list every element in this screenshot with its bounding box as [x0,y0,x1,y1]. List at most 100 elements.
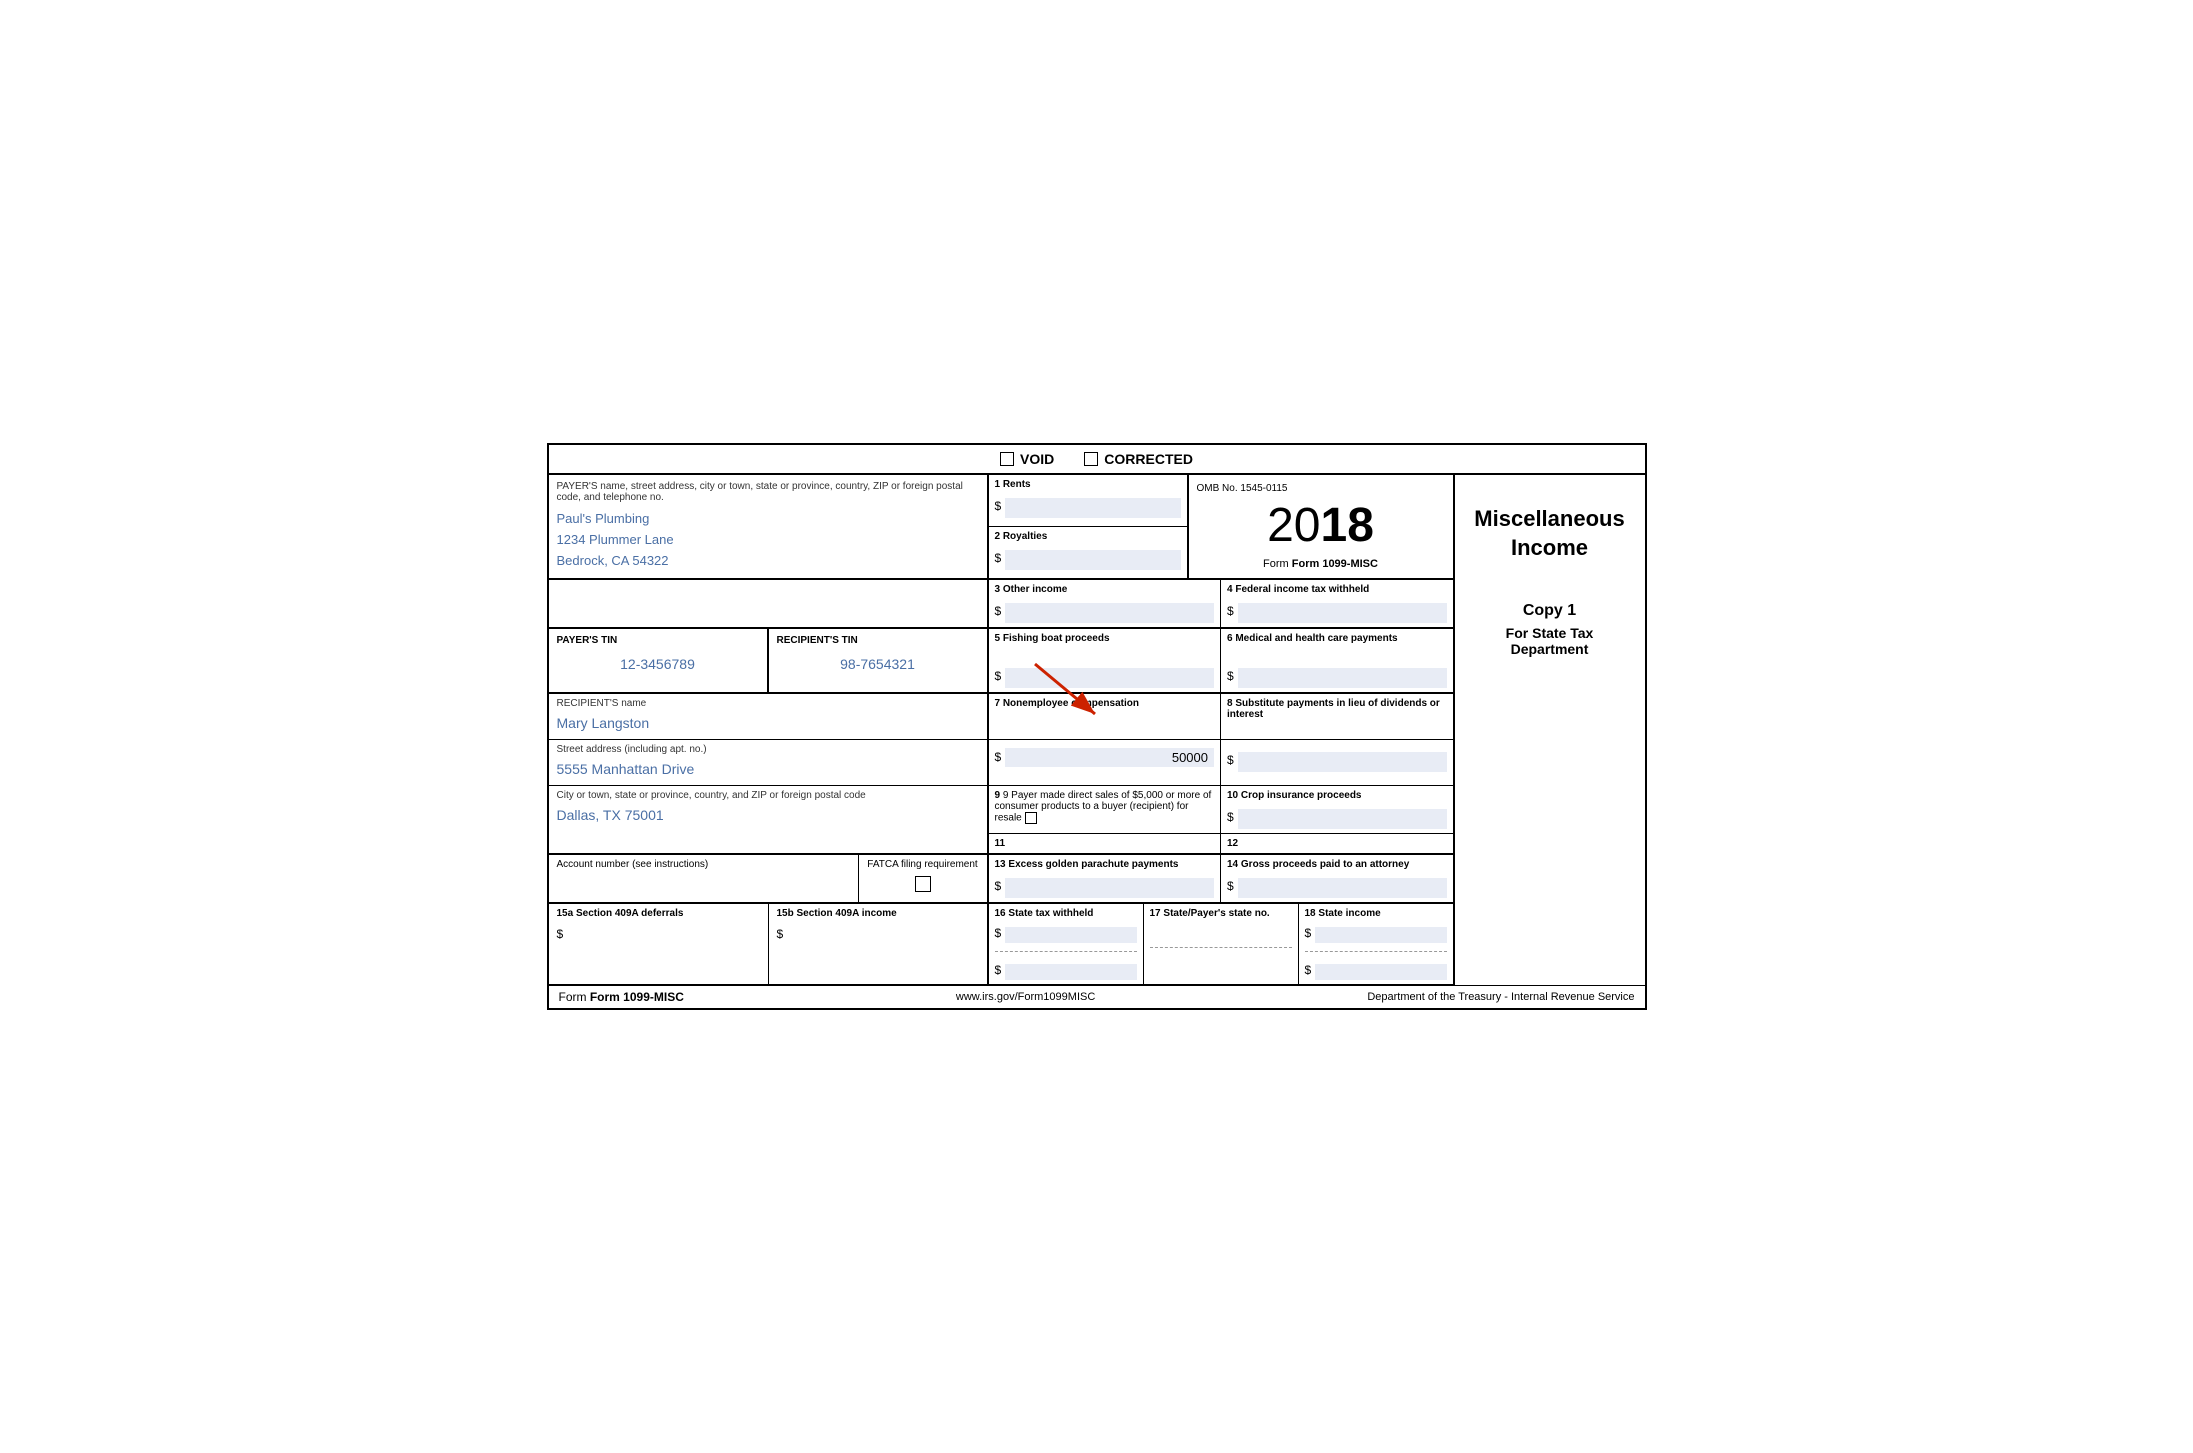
copy-number: Copy 1 [1523,602,1576,620]
void-item: VOID [1000,451,1054,467]
box6-value[interactable] [1238,668,1447,688]
year-form-box: OMB No. 1545-0115 2018 Form Form 1099-MI… [1189,475,1453,577]
box12: 12 [1221,834,1453,853]
left-section: PAYER'S name, street address, city or to… [549,475,1455,984]
boxes-78-values: $ 50000 $ [989,740,1453,785]
box3-value[interactable] [1005,603,1214,623]
recipient-tin-box: RECIPIENT'S TIN 98-7654321 [769,629,989,692]
box13-dollar: $ [995,879,1002,893]
box18: 18 State income $ $ [1299,904,1453,984]
omb-text: OMB No. 1545-0115 [1197,483,1445,494]
box18-label: 18 State income [1305,908,1447,919]
box13-value[interactable] [1005,878,1214,898]
boxes-78: 7 Nonemployee compensation [989,694,1453,739]
recipient-tin-label: RECIPIENT'S TIN [777,635,979,646]
box5-value[interactable] [1005,668,1214,688]
box4-value[interactable] [1238,603,1447,623]
box14-value[interactable] [1238,878,1447,898]
box3-empty [549,580,989,627]
payer-box: PAYER'S name, street address, city or to… [549,475,989,577]
box14-dollar: $ [1227,879,1234,893]
street-value: 5555 Manhattan Drive [557,761,979,781]
box6-dollar: $ [1227,669,1234,683]
box1-label: 1 Rents [995,479,1181,490]
footer-form-name: Form 1099-MISC [590,990,684,1004]
box10-label: 10 Crop insurance proceeds [1227,790,1447,801]
box5-label: 5 Fishing boat proceeds [995,633,1215,644]
box18-value2[interactable] [1315,964,1446,980]
boxes-910-top: 9 9 Payer made direct sales of $5,000 or… [989,786,1453,834]
box8-value[interactable] [1238,752,1447,772]
boxes-56: 5 Fishing boat proceeds $ 6 Medical and … [989,629,1453,692]
box18-value1[interactable] [1315,927,1446,943]
boxes-910: 9 9 Payer made direct sales of $5,000 or… [989,786,1453,853]
box16-label: 16 State tax withheld [995,908,1137,919]
footer-url: www.irs.gov/Form1099MISC [956,991,1095,1003]
box18-dollar2: $ [1305,963,1312,977]
box6-label: 6 Medical and health care payments [1227,633,1447,644]
box8-dollar: $ [1227,753,1234,767]
box12-label: 12 [1227,838,1447,849]
box7-label: 7 Nonemployee compensation [995,698,1215,709]
box7-value-box: $ 50000 [989,740,1222,785]
recipient-label: RECIPIENT'S name [557,698,979,709]
box11-label: 11 [995,838,1215,849]
footer-dept: Department of the Treasury - Internal Re… [1367,991,1634,1003]
bottom-row: 15a Section 409A deferrals $ 15b Section… [549,904,1453,985]
account-row: Account number (see instructions) FATCA … [549,855,1453,904]
box2-label: 2 Royalties [995,531,1181,542]
box11: 11 [989,834,1222,853]
box8: 8 Substitute payments in lieu of dividen… [1221,694,1453,739]
box4: 4 Federal income tax withheld $ [1221,580,1453,627]
box16-value2[interactable] [1005,964,1136,980]
recipient-name: Mary Langston [557,715,979,735]
box14-label: 14 Gross proceeds paid to an attorney [1227,859,1447,870]
footer-form: Form Form 1099-MISC [559,990,684,1004]
box14: 14 Gross proceeds paid to an attorney $ [1221,855,1453,902]
box10-value[interactable] [1238,809,1447,829]
form-1099-misc: VOID CORRECTED PAYER'S name, street addr… [547,443,1647,1009]
box9-label: 9 [995,790,1001,801]
box17: 17 State/Payer's state no. [1144,904,1299,984]
payer-tin-value: 12-3456789 [557,656,759,678]
fatca-checkbox[interactable] [915,876,931,892]
box2-value[interactable] [1005,550,1180,570]
street-box: Street address (including apt. no.) 5555… [549,740,989,785]
box3-label: 3 Other income [995,584,1215,595]
box8-value-box: $ [1221,740,1453,785]
corrected-item: CORRECTED [1084,451,1193,467]
box2-dollar: $ [995,551,1002,565]
corrected-checkbox[interactable] [1084,452,1098,466]
box9-checkbox[interactable] [1025,812,1037,824]
void-checkbox[interactable] [1000,452,1014,466]
box5: 5 Fishing boat proceeds $ [989,629,1222,692]
recipient-row: RECIPIENT'S name Mary Langston 7 Nonempl… [549,694,1453,740]
misc-income-title: MiscellaneousIncome [1474,505,1624,562]
form-name-bottom: Form Form 1099-MISC [1197,558,1445,570]
payer-tin-label: PAYER'S TIN [557,635,759,646]
box15a-label: 15a Section 409A deferrals [557,908,760,919]
city-box: City or town, state or province, country… [549,786,989,853]
payer-address: 1234 Plummer Lane [557,530,979,551]
box7-amount[interactable]: 50000 [1005,748,1214,767]
box3: 3 Other income $ [989,580,1222,627]
box7-dollar: $ [995,750,1002,764]
box1-value[interactable] [1005,498,1180,518]
box16-dollar2: $ [995,963,1002,977]
box16-dashed [995,951,1137,952]
account-label: Account number (see instructions) [557,859,850,870]
box4-dollar: $ [1227,604,1234,618]
box6: 6 Medical and health care payments $ [1221,629,1453,692]
right-sidebar: MiscellaneousIncome Copy 1 For State Tax… [1455,475,1645,984]
box1-dollar: $ [995,499,1002,513]
year-bold: 18 [1321,499,1374,552]
year-thin: 20 [1267,499,1320,552]
box16-value1[interactable] [1005,927,1136,943]
row1: PAYER'S name, street address, city or to… [549,475,1453,579]
box8-label: 8 Substitute payments in lieu of dividen… [1227,698,1447,720]
box9: 9 9 Payer made direct sales of $5,000 or… [989,786,1222,833]
city-row: City or town, state or province, country… [549,786,1453,855]
box10-dollar: $ [1227,810,1234,824]
payer-name: Paul's Plumbing [557,509,979,530]
recipient-name-box: RECIPIENT'S name Mary Langston [549,694,989,739]
